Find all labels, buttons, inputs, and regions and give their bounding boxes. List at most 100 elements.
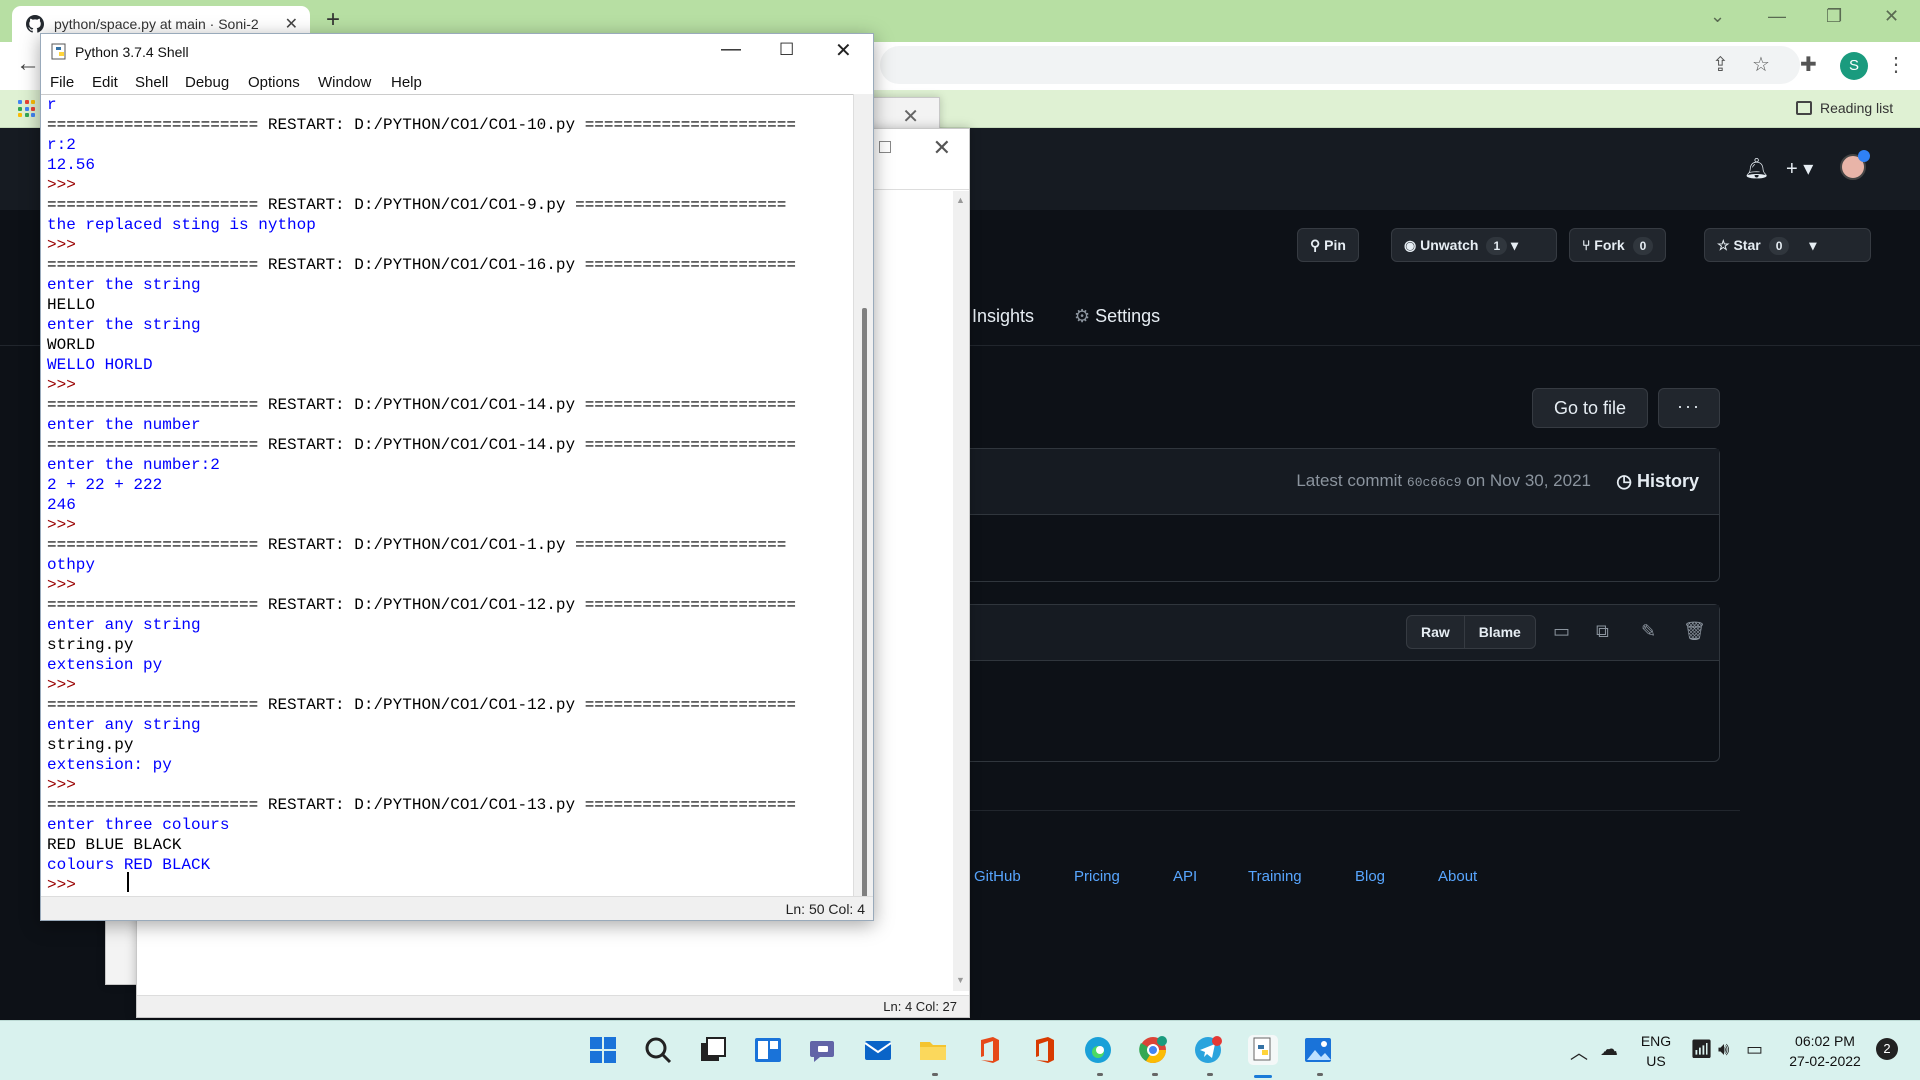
reading-list-button[interactable]: Reading list (1796, 100, 1893, 116)
scroll-up-icon[interactable]: ▲ (956, 195, 965, 205)
menu-icon[interactable]: ⋮ (1886, 52, 1906, 77)
windows-start-icon[interactable] (588, 1035, 618, 1065)
pin-icon: ⚲ (1310, 237, 1325, 253)
copy-icon[interactable]: ⧉ (1596, 621, 1609, 642)
clock-date[interactable]: 27-02-2022 (1780, 1053, 1870, 1069)
profile-avatar[interactable]: S (1840, 52, 1868, 80)
maximize-icon[interactable] (879, 141, 891, 153)
show-hidden-icons-icon[interactable]: ︿ (1570, 1039, 1588, 1065)
commit-sha[interactable]: 60c66c9 (1407, 475, 1462, 490)
console-line: ====================== RESTART: D:/PYTHO… (47, 596, 796, 614)
notifications-bell-icon[interactable]: 🔔︎ (1744, 156, 1769, 181)
running-indicator (1097, 1073, 1103, 1076)
search-icon[interactable] (643, 1035, 673, 1065)
fork-button[interactable]: ⑂ Fork 0 (1569, 228, 1667, 262)
idle-icon[interactable] (1248, 1035, 1278, 1065)
telegram-icon[interactable] (1193, 1035, 1223, 1065)
menu-window[interactable]: Window (318, 74, 371, 91)
maximize-icon[interactable]: ☐ (779, 40, 794, 60)
star-button[interactable]: ☆ Star 0 ▾ (1704, 228, 1871, 262)
footer-link-github[interactable]: GitHub (974, 868, 1021, 885)
shell-prompt: >>> (47, 376, 86, 394)
footer-link-about[interactable]: About (1438, 868, 1477, 885)
star-dropdown-icon[interactable]: ▾ (1809, 237, 1816, 253)
tab-insights[interactable]: Insights (972, 306, 1034, 327)
shell-console[interactable]: r ====================== RESTART: D:/PYTH… (41, 94, 853, 897)
shell-prompt: >>> (47, 236, 86, 254)
share-icon[interactable]: ⇪ (1712, 52, 1729, 77)
onedrive-icon[interactable]: ☁ (1600, 1039, 1618, 1060)
close-icon[interactable]: ✕ (902, 104, 919, 129)
console-line: ====================== RESTART: D:/PYTHO… (47, 256, 796, 274)
display-icon[interactable]: ▭ (1553, 621, 1570, 642)
unwatch-count: 1 (1486, 237, 1508, 255)
go-to-file-button[interactable]: Go to file (1532, 388, 1648, 428)
menu-help[interactable]: Help (391, 74, 422, 91)
delete-trash-icon[interactable]: 🗑︎ (1683, 621, 1706, 642)
console-line: enter the string (47, 276, 201, 294)
apps-grid-icon[interactable] (18, 100, 36, 118)
fork-label: Fork (1594, 237, 1625, 253)
scrollbar-thumb[interactable] (862, 308, 867, 914)
chevron-down-icon: ▾ (1511, 237, 1519, 253)
close-icon[interactable]: ✕ (1884, 6, 1899, 27)
teams-chat-icon[interactable] (808, 1035, 838, 1065)
wifi-icon[interactable]: 📶︎ (1690, 1039, 1713, 1060)
history-link[interactable]: ◷ History (1616, 471, 1699, 492)
notification-count-badge[interactable]: 2 (1876, 1038, 1898, 1060)
history-label: History (1636, 471, 1699, 491)
more-options-button[interactable]: ··· (1658, 388, 1720, 428)
editor-scrollbar[interactable]: ▲ ▼ (953, 191, 969, 991)
menu-debug[interactable]: Debug (185, 74, 229, 91)
footer-link-blog[interactable]: Blog (1355, 868, 1385, 885)
mail-icon[interactable] (863, 1035, 893, 1065)
minimize-icon[interactable]: — (1768, 6, 1786, 27)
footer-link-pricing[interactable]: Pricing (1074, 868, 1120, 885)
scroll-down-icon[interactable]: ▼ (956, 975, 965, 985)
office-icon[interactable] (973, 1035, 1003, 1065)
footer-link-training[interactable]: Training (1248, 868, 1302, 885)
blame-button[interactable]: Blame (1463, 616, 1535, 648)
office-icon-2[interactable] (1028, 1035, 1058, 1065)
reading-list-label: Reading list (1820, 100, 1894, 116)
fork-count: 0 (1632, 237, 1654, 255)
file-explorer-icon[interactable] (918, 1035, 948, 1065)
clock-time[interactable]: 06:02 PM (1780, 1033, 1870, 1049)
menu-file[interactable]: File (50, 74, 74, 91)
console-line: enter the number:2 (47, 456, 220, 474)
new-tab-button[interactable]: + (326, 6, 340, 34)
bookmark-star-icon[interactable]: ☆ (1752, 52, 1770, 77)
menu-options[interactable]: Options (248, 74, 300, 91)
volume-icon[interactable]: 🔊︎ (1718, 1039, 1729, 1060)
back-icon[interactable]: ← (16, 50, 40, 78)
console-line: othpy (47, 556, 96, 574)
extensions-icon[interactable]: ✚ (1800, 52, 1817, 77)
star-label: Star (1733, 237, 1761, 253)
shell-scrollbar[interactable] (853, 94, 873, 914)
widgets-icon[interactable] (753, 1035, 783, 1065)
console-line: ====================== RESTART: D:/PYTHO… (47, 196, 787, 214)
address-bar[interactable] (880, 46, 1800, 84)
language-bottom[interactable]: US (1636, 1053, 1676, 1069)
close-tab-icon[interactable]: ✕ (285, 14, 298, 34)
pin-button[interactable]: ⚲ Pin (1297, 228, 1359, 262)
footer-link-api[interactable]: API (1173, 868, 1197, 885)
language-top[interactable]: ENG (1636, 1033, 1676, 1049)
menu-edit[interactable]: Edit (92, 74, 118, 91)
restore-icon[interactable]: ❐ (1826, 6, 1842, 27)
edit-pencil-icon[interactable]: ✎ (1641, 621, 1656, 642)
minimize-icon[interactable]: — (721, 38, 741, 61)
tab-settings[interactable]: ⚙ Settings (1074, 306, 1160, 327)
raw-button[interactable]: Raw (1407, 616, 1464, 648)
edge-icon[interactable] (1083, 1035, 1113, 1065)
chrome-icon[interactable] (1138, 1035, 1168, 1065)
battery-icon[interactable]: ▭ (1746, 1039, 1763, 1060)
photos-icon[interactable] (1303, 1035, 1333, 1065)
create-new-icon[interactable]: + ▾ (1786, 156, 1813, 181)
task-view-icon[interactable] (698, 1035, 728, 1065)
tab-search-icon[interactable]: ⌄ (1710, 6, 1725, 27)
close-icon[interactable]: ✕ (835, 38, 852, 63)
unwatch-button[interactable]: ◉ Unwatch 1 ▾ (1391, 228, 1557, 262)
close-icon[interactable]: ✕ (933, 135, 951, 161)
menu-shell[interactable]: Shell (135, 74, 168, 91)
